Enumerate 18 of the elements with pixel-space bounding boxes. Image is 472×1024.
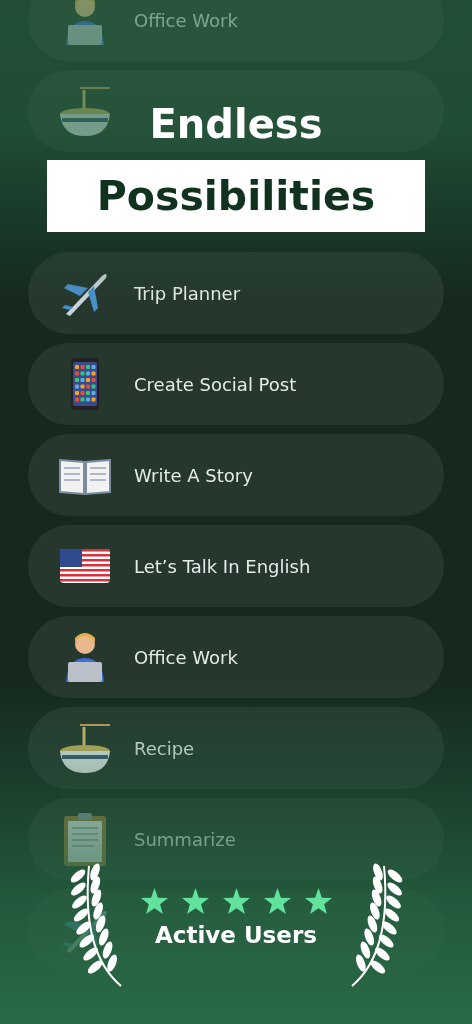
star-icon: [181, 888, 209, 914]
star-icon: [263, 888, 291, 914]
task-label: Office Work: [134, 9, 238, 31]
task-label: Trip Planner: [134, 282, 241, 304]
rating-caption: Active Users: [155, 922, 317, 948]
task-label: Write A Story: [134, 464, 253, 486]
task-label: Recipe: [134, 737, 195, 759]
task-label: Office Work: [134, 646, 238, 668]
task-label: Let’s Talk In English: [134, 555, 311, 577]
noodle-bowl-icon: [58, 84, 112, 138]
noodle-bowl-icon: [58, 721, 112, 775]
headline-banner: Possibilities: [47, 160, 425, 232]
task-label: Summarize: [134, 828, 236, 850]
star-icon: [304, 888, 332, 914]
star-icon: [222, 888, 250, 914]
star-icon: [140, 888, 168, 914]
task-label: Create Social Post: [134, 373, 297, 395]
headline: Endless: [149, 100, 323, 149]
